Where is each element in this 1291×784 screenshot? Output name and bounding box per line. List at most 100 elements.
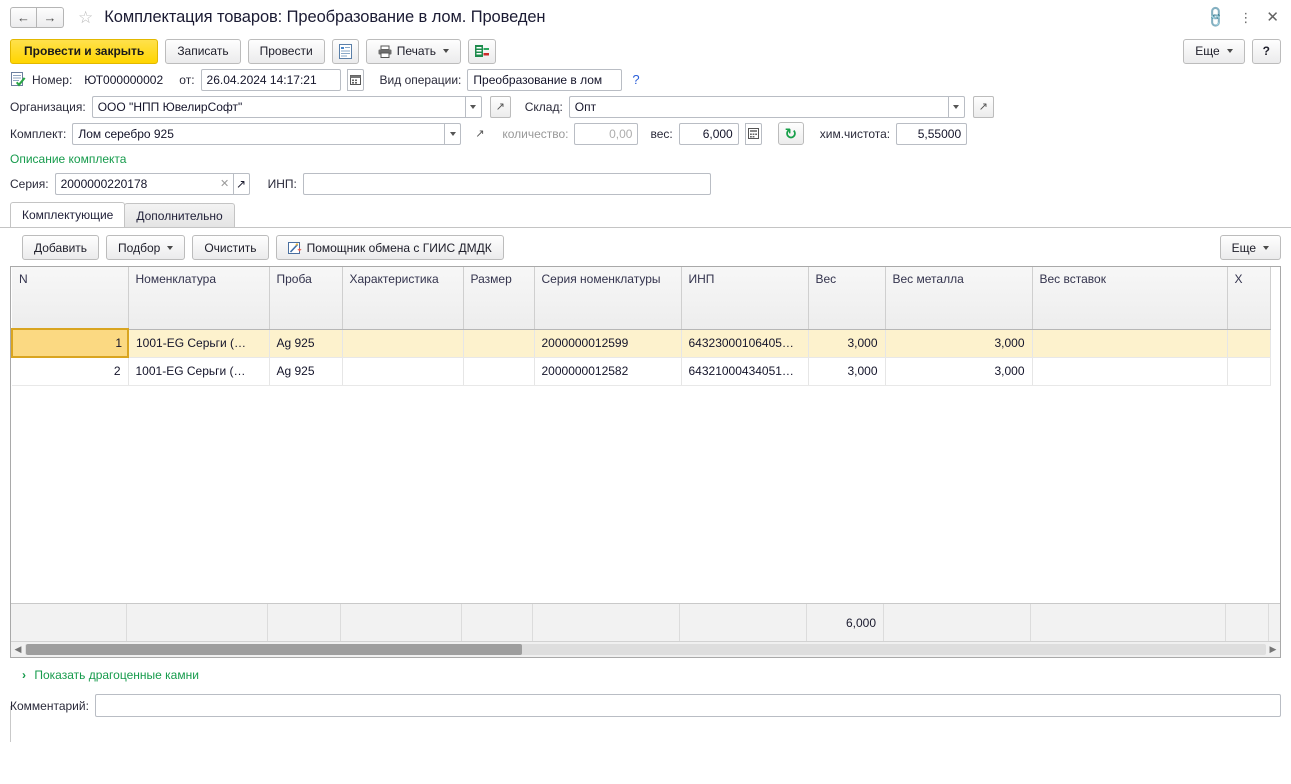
add-button[interactable]: Добавить xyxy=(22,235,100,260)
cell-weight[interactable]: 3,000 xyxy=(808,329,886,358)
comment-field[interactable] xyxy=(94,694,1281,717)
column-header-insert-weight[interactable]: Вес вставок xyxy=(1032,267,1228,330)
excel-export-icon[interactable] xyxy=(468,38,496,64)
help-button[interactable]: ? xyxy=(1251,38,1281,64)
close-icon[interactable]: ✕ xyxy=(1266,10,1279,25)
purity-field[interactable]: 5,55000 xyxy=(896,122,968,145)
cell-n[interactable]: 2 xyxy=(12,357,129,386)
cell-series[interactable]: 2000000012582 xyxy=(534,357,682,386)
chevron-down-icon[interactable] xyxy=(947,95,965,118)
column-header-inp[interactable]: ИНП xyxy=(681,267,809,330)
back-icon[interactable]: ← xyxy=(10,6,37,28)
chevron-down-icon[interactable] xyxy=(464,95,482,118)
kit-field[interactable]: Лом серебро 925 xyxy=(72,122,445,145)
more-button[interactable]: Еще xyxy=(1183,38,1245,64)
purity-label: хим.чистота: xyxy=(819,126,891,141)
column-header-cut-off[interactable]: Х xyxy=(1227,267,1271,330)
organization-combo[interactable]: ООО "НПП ЮвелирСофт" xyxy=(91,95,482,118)
scroll-left-icon[interactable]: ◀ xyxy=(11,644,25,655)
column-header-metal-weight[interactable]: Вес металла xyxy=(885,267,1033,330)
comment-label: Комментарий: xyxy=(10,698,89,713)
series-open-icon[interactable]: ↗ xyxy=(232,172,250,195)
series-combo[interactable]: 2000000220178 ✕ ↗ xyxy=(54,172,250,195)
table-row[interactable]: 1 1001-EG Серьги (… Ag 925 2000000012599… xyxy=(11,328,1271,358)
column-header-series[interactable]: Серия номенклатуры xyxy=(534,267,682,330)
kit-combo[interactable]: Лом серебро 925 xyxy=(72,122,462,145)
organization-row: Организация: ООО "НПП ЮвелирСофт" ↗ Скла… xyxy=(10,93,1281,120)
cell-proba[interactable]: Ag 925 xyxy=(269,357,343,386)
column-header-size[interactable]: Размер xyxy=(463,267,535,330)
write-button[interactable]: Записать xyxy=(165,38,241,64)
operation-field[interactable]: Преобразование в лом xyxy=(467,68,623,91)
column-header-characteristic[interactable]: Характеристика xyxy=(342,267,464,330)
cell-metal-weight[interactable]: 3,000 xyxy=(885,329,1033,358)
tab-components[interactable]: Комплектующие xyxy=(10,202,126,227)
calendar-icon[interactable] xyxy=(346,68,364,91)
tab-additional[interactable]: Дополнительно xyxy=(124,203,235,227)
clear-icon[interactable]: ✕ xyxy=(216,172,233,195)
scrollbar-thumb[interactable] xyxy=(26,644,523,655)
organization-open-icon[interactable]: ↗ xyxy=(489,95,511,118)
kit-open-icon[interactable]: ↗ xyxy=(469,123,490,145)
cell-metal-weight[interactable]: 3,000 xyxy=(885,357,1033,386)
warehouse-field[interactable]: Опт xyxy=(568,95,948,118)
weight-field[interactable]: 6,000 xyxy=(678,122,739,145)
post-and-close-button[interactable]: Провести и закрыть xyxy=(10,38,159,64)
total-insert-weight xyxy=(1031,603,1226,642)
cell-size[interactable] xyxy=(463,357,535,386)
link-icon[interactable]: 🔗 xyxy=(1203,4,1228,29)
cell-series[interactable]: 2000000012599 xyxy=(534,329,682,358)
more-menu-icon[interactable]: ⋮ xyxy=(1239,11,1252,24)
table-more-button[interactable]: Еще xyxy=(1219,235,1281,260)
cell-characteristic[interactable] xyxy=(342,329,464,358)
warehouse-open-icon[interactable]: ↗ xyxy=(972,95,994,118)
chevron-down-icon xyxy=(1226,49,1233,53)
number-field[interactable]: ЮТ000000002 xyxy=(78,69,173,91)
cell-characteristic[interactable] xyxy=(342,357,464,386)
column-header-nomenclature[interactable]: Номенклатура xyxy=(128,267,270,330)
kit-description-link[interactable]: Описание комплекта xyxy=(10,152,126,166)
date-field[interactable]: 26.04.2024 14:17:21 xyxy=(200,68,341,91)
report-icon[interactable] xyxy=(331,38,359,64)
organization-field[interactable]: ООО "НПП ЮвелирСофт" xyxy=(91,95,465,118)
select-button[interactable]: Подбор xyxy=(106,235,186,260)
column-header-weight[interactable]: Вес xyxy=(808,267,886,330)
kit-label: Комплект: xyxy=(10,126,67,141)
calendar-glyph xyxy=(349,75,361,85)
cell-size[interactable] xyxy=(463,329,535,358)
chevron-down-icon[interactable] xyxy=(444,122,462,145)
chevron-right-icon[interactable]: › xyxy=(22,668,26,682)
operation-help-icon[interactable]: ? xyxy=(632,72,639,87)
post-button[interactable]: Провести xyxy=(247,38,325,64)
cell-insert-weight[interactable] xyxy=(1032,329,1228,358)
column-header-n[interactable]: N xyxy=(12,267,129,330)
cell-proba[interactable]: Ag 925 xyxy=(269,329,343,358)
scrollbar-track[interactable] xyxy=(25,644,1266,655)
print-button[interactable]: Печать xyxy=(365,38,461,64)
cell-weight[interactable]: 3,000 xyxy=(808,357,886,386)
cell-cut-off[interactable] xyxy=(1227,357,1271,386)
refresh-icon[interactable]: ↻ xyxy=(777,122,804,145)
cell-nomenclature[interactable]: 1001-EG Серьги (… xyxy=(128,357,270,386)
cell-insert-weight[interactable] xyxy=(1032,357,1228,386)
giis-assistant-button[interactable]: Помощник обмена с ГИИС ДМДК xyxy=(275,235,504,260)
calculator-icon[interactable] xyxy=(744,122,762,145)
horizontal-scrollbar[interactable]: ◀ ▶ xyxy=(11,641,1280,657)
cell-n[interactable]: 1 xyxy=(11,328,129,358)
show-stones-link[interactable]: Показать драгоценные камни xyxy=(34,668,199,682)
cell-cut-off[interactable] xyxy=(1227,329,1271,358)
favorite-star-icon[interactable]: ☆ xyxy=(78,9,93,26)
components-table[interactable]: N Номенклатура Проба Характеристика Разм… xyxy=(10,266,1281,658)
forward-icon[interactable]: → xyxy=(37,6,64,28)
table-toolbar: Добавить Подбор Очистить Помощник обмена… xyxy=(0,228,1291,266)
scroll-right-icon[interactable]: ▶ xyxy=(1266,644,1280,655)
cell-nomenclature[interactable]: 1001-EG Серьги (… xyxy=(128,329,270,358)
warehouse-combo[interactable]: Опт xyxy=(568,95,965,118)
cell-inp[interactable]: 64323000106405… xyxy=(681,329,809,358)
cell-inp[interactable]: 64321000434051… xyxy=(681,357,809,386)
table-row[interactable]: 2 1001-EG Серьги (… Ag 925 2000000012582… xyxy=(12,357,1271,386)
clear-button[interactable]: Очистить xyxy=(192,235,269,260)
inp-field[interactable] xyxy=(302,172,711,195)
series-field[interactable]: 2000000220178 xyxy=(54,172,217,195)
column-header-proba[interactable]: Проба xyxy=(269,267,343,330)
